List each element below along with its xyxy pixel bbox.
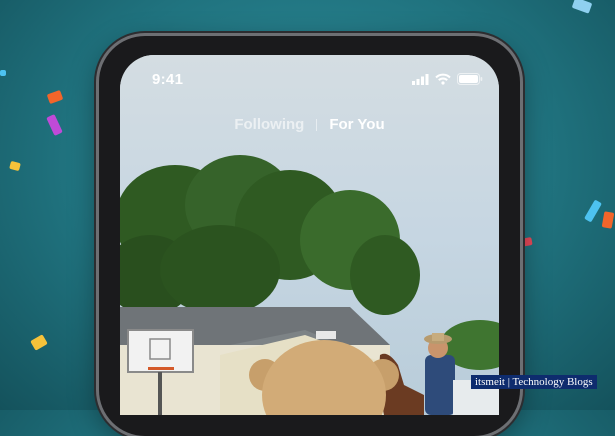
basketball-backboard [127,329,194,373]
confetti-piece [30,334,48,351]
confetti-piece [571,0,593,14]
confetti-piece [0,70,6,76]
wifi-icon [435,73,451,85]
tab-for-you[interactable]: For You [329,116,384,133]
confetti-piece [9,160,21,172]
confetti-piece [46,114,63,136]
confetti-piece [519,237,533,247]
watermark: itsmeit | Technology Blogs [471,375,597,389]
rider [425,355,455,415]
tab-following[interactable]: Following [234,116,304,133]
signal-icon [412,73,429,85]
status-time: 9:41 [152,71,184,88]
tab-divider [316,118,318,131]
video-frame [120,55,499,415]
phone-screen: 9:41 Following For You [120,55,499,415]
confetti-piece [584,199,602,223]
battery-icon [457,73,483,85]
status-bar: 9:41 [120,71,499,89]
feed-tabs: Following For You [120,116,499,133]
confetti-piece [46,89,64,105]
confetti-piece [601,211,615,229]
